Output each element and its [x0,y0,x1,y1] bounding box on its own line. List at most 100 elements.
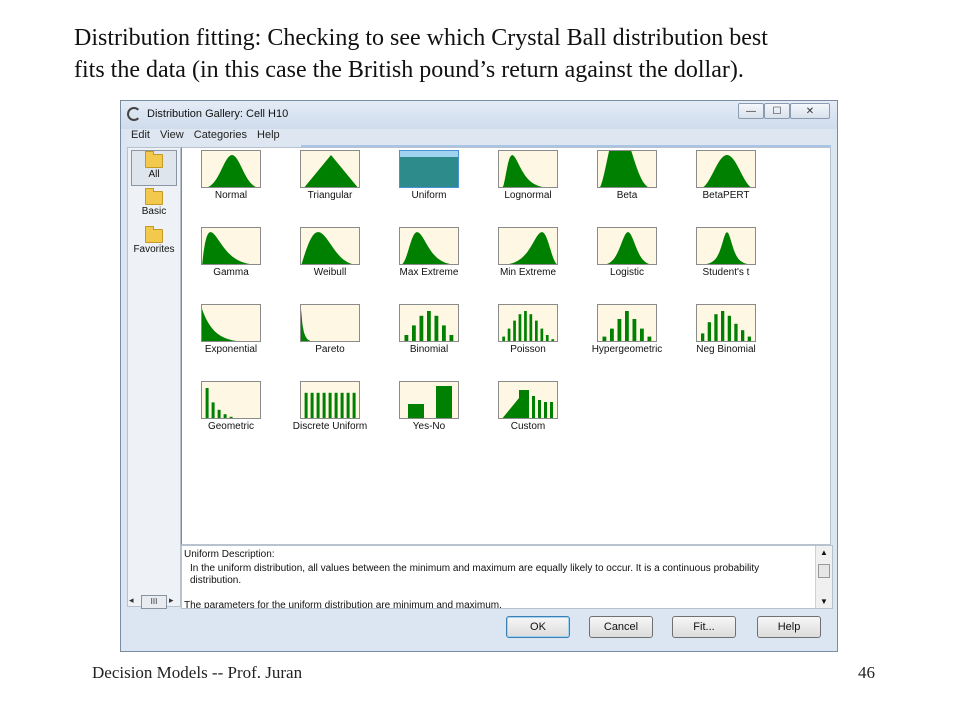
help-button[interactable]: Help [757,616,821,638]
distribution-thumbnail [696,150,756,188]
distribution-tile-logistic[interactable]: Logistic [587,227,667,297]
menu-view[interactable]: View [160,129,184,141]
category-sidebar: All Basic Favorites [127,147,181,607]
folder-icon [145,151,163,168]
category-favorites[interactable]: Favorites [131,226,177,262]
distribution-gallery-window: Distribution Gallery: Cell H10 — ☐ ✕ Edi… [120,100,838,652]
distribution-thumbnail [300,304,360,342]
menu-bar: Edit View Categories Help [127,129,831,145]
betapert-distribution-icon [703,154,751,187]
close-button[interactable]: ✕ [790,103,830,119]
distribution-thumbnail [696,227,756,265]
distribution-label: BetaPERT [702,190,750,201]
distribution-label: Exponential [204,344,258,355]
distribution-thumbnail [498,150,558,188]
distribution-label: Beta [616,190,638,201]
category-basic-label: Basic [141,206,167,217]
menu-categories[interactable]: Categories [194,129,247,141]
distribution-tile-hypergeometric[interactable]: Hypergeometric [587,304,667,374]
slide-title-line-2: fits the data (in this case the British … [74,57,744,83]
distribution-thumbnail [201,381,261,419]
slide-title: Distribution fitting: Checking to see wh… [74,22,934,86]
category-favorites-label: Favorites [133,244,175,255]
distribution-tile-discreteuniform[interactable]: Discrete Uniform [290,381,370,451]
distribution-tile-normal[interactable]: Normal [191,150,271,220]
minextreme-distribution-icon [509,232,557,264]
normal-distribution-icon [208,155,256,187]
distribution-label: Student's t [702,267,750,278]
distribution-tile-minextreme[interactable]: Min Extreme [488,227,568,297]
distribution-tile-betapert[interactable]: BetaPERT [686,150,766,220]
description-heading: Uniform Description: [184,549,275,560]
distribution-thumbnail [201,150,261,188]
distribution-tile-yesno[interactable]: Yes-No [389,381,469,451]
description-text: In the uniform distribution, all values … [190,563,760,586]
distribution-thumbnail [300,381,360,419]
scroll-thumb[interactable] [818,564,830,578]
distribution-thumbnail [201,227,261,265]
menu-help[interactable]: Help [257,129,280,141]
category-all[interactable]: All [131,150,177,186]
distribution-label: Custom [510,421,546,432]
distribution-thumbnail [597,150,657,188]
distribution-tile-beta[interactable]: Beta [587,150,667,220]
minimize-button[interactable]: — [738,103,764,119]
distribution-thumbnail [399,304,459,342]
fit-button[interactable]: Fit... [672,616,736,638]
distribution-tile-geometric[interactable]: Geometric [191,381,271,451]
menu-edit[interactable]: Edit [131,129,150,141]
dialog-button-bar: OK Cancel Fit... Help [127,609,831,645]
distribution-tile-custom[interactable]: Custom [488,381,568,451]
distribution-label: Geometric [207,421,255,432]
scroll-up-arrow-icon[interactable]: ▲ [820,548,828,557]
category-basic[interactable]: Basic [131,188,177,224]
maximize-button[interactable]: ☐ [764,103,790,119]
distribution-label: Min Extreme [499,267,557,278]
distribution-label: Lognormal [504,190,552,201]
distribution-tile-studentt[interactable]: Student's t [686,227,766,297]
distribution-thumbnail [300,150,360,188]
weibull-distribution-icon [301,232,352,264]
hypergeometric-distribution-icon [602,311,652,341]
yesno-distribution-icon [408,386,452,418]
exponential-distribution-icon [202,309,236,341]
footer-course: Decision Models -- Prof. Juran [92,663,303,682]
uniform-distribution-icon [400,151,458,187]
distribution-tile-weibull[interactable]: Weibull [290,227,370,297]
cancel-button[interactable]: Cancel [589,616,653,638]
distribution-tile-gamma[interactable]: Gamma [191,227,271,297]
distribution-tile-maxextreme[interactable]: Max Extreme [389,227,469,297]
distribution-label: Hypergeometric [591,344,663,355]
distribution-tile-binomial[interactable]: Binomial [389,304,469,374]
description-vertical-scrollbar[interactable]: ▲ ▼ [815,546,832,608]
scroll-right-arrow-icon[interactable]: ▸ [169,595,174,606]
distribution-thumbnail [399,227,459,265]
distribution-thumbnail [696,304,756,342]
scroll-thumb[interactable]: III [141,595,167,609]
distribution-tile-uniform[interactable]: Uniform [389,150,469,220]
sidebar-horizontal-scrollbar[interactable]: ◂ III ▸ [127,595,181,609]
logistic-distribution-icon [607,232,649,264]
description-parameters: The parameters for the uniform distribut… [184,600,502,609]
distribution-label: Neg Binomial [696,344,756,355]
distribution-label: Max Extreme [399,267,459,278]
distribution-thumbnail [399,150,459,188]
distribution-label: Weibull [313,267,347,278]
scroll-down-arrow-icon[interactable]: ▼ [820,597,828,606]
distribution-tile-poisson[interactable]: Poisson [488,304,568,374]
window-titlebar[interactable]: Distribution Gallery: Cell H10 — ☐ ✕ [121,101,837,129]
scroll-left-arrow-icon[interactable]: ◂ [129,595,134,606]
slide-title-line-1: Distribution fitting: Checking to see wh… [74,25,768,51]
page-number: 46 [858,663,875,682]
distribution-tile-exponential[interactable]: Exponential [191,304,271,374]
window-title: Distribution Gallery: Cell H10 [147,108,289,120]
distribution-tile-triangular[interactable]: Triangular [290,150,370,220]
distribution-tile-negbinomial[interactable]: Neg Binomial [686,304,766,374]
distribution-tile-pareto[interactable]: Pareto [290,304,370,374]
distribution-tile-lognormal[interactable]: Lognormal [488,150,568,220]
geometric-distribution-icon [205,388,233,418]
distribution-thumbnail [201,304,261,342]
crystal-ball-app-icon [127,107,141,121]
folder-icon [145,188,163,205]
ok-button[interactable]: OK [506,616,570,638]
